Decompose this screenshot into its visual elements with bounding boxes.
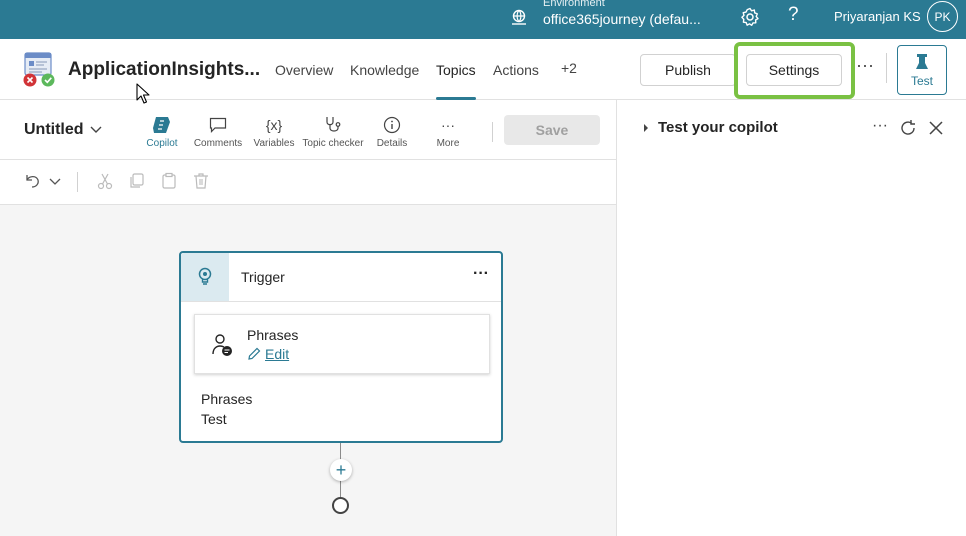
stethoscope-icon (326, 117, 341, 132)
tab-topics[interactable]: Topics (436, 39, 476, 100)
topic-toolbar: Untitled Copilot Comments {x} Variables … (0, 100, 616, 160)
edit-link-label: Edit (265, 346, 290, 362)
settings-highlight (734, 42, 855, 99)
topic-name-dropdown[interactable]: Untitled (24, 121, 102, 139)
tool-more[interactable]: ··· More (413, 114, 483, 149)
copy-icon[interactable] (128, 172, 146, 190)
node-title: Trigger (241, 269, 285, 285)
node-divider (181, 301, 501, 302)
more-icon: ··· (441, 117, 455, 133)
paste-icon[interactable] (160, 172, 178, 190)
pencil-icon (248, 347, 261, 360)
test-panel-title: Test your copilot (658, 119, 778, 136)
test-panel: Test your copilot ··· (617, 100, 966, 536)
tab-actions[interactable]: Actions (493, 39, 539, 100)
tab-overflow[interactable]: +2 (561, 37, 577, 98)
save-button[interactable]: Save (504, 115, 600, 145)
chevron-down-icon (90, 126, 102, 133)
phrases-label: Phrases (201, 391, 253, 407)
trigger-icon-box (181, 253, 229, 301)
add-node-button[interactable]: + (330, 459, 352, 481)
page-title: ApplicationInsights... (68, 59, 261, 80)
comment-icon (209, 117, 227, 133)
test-button[interactable]: Test (897, 45, 947, 95)
publish-button[interactable]: Publish (640, 54, 736, 86)
edit-phrases-link[interactable]: Edit (247, 346, 289, 362)
caret-right-icon[interactable] (642, 124, 650, 132)
environment-icon[interactable] (509, 7, 529, 27)
gear-icon[interactable] (739, 6, 761, 28)
toolbar-divider (492, 122, 493, 142)
close-icon[interactable] (928, 120, 944, 136)
info-icon (383, 116, 401, 134)
test-label: Test (910, 74, 933, 88)
environment-name[interactable]: office365journey (defau... (543, 11, 701, 27)
environment-label: Environment (543, 0, 605, 9)
app-logo-icon (23, 52, 55, 87)
person-chat-icon (212, 334, 232, 356)
trigger-node[interactable]: Trigger ··· Phrases Edit Phrases Test (179, 251, 503, 443)
cut-icon[interactable] (96, 172, 114, 190)
more-icon[interactable]: ··· (473, 265, 489, 283)
lightbulb-icon (198, 267, 212, 285)
top-bar: Environment office365journey (defau... ?… (0, 0, 966, 39)
phrases-card[interactable]: Phrases Edit (194, 314, 490, 374)
avatar[interactable]: PK (927, 1, 958, 32)
help-icon[interactable]: ? (788, 4, 799, 26)
more-icon[interactable]: ··· (856, 55, 874, 76)
more-icon[interactable]: ··· (872, 117, 888, 135)
tab-overview[interactable]: Overview (275, 39, 333, 100)
mouse-cursor-icon (136, 83, 150, 104)
edit-toolbar (0, 160, 616, 205)
authoring-canvas[interactable]: Trigger ··· Phrases Edit Phrases Test + (0, 205, 616, 536)
chevron-down-icon[interactable] (46, 172, 64, 190)
refresh-icon[interactable] (899, 119, 917, 137)
tool-label: More (436, 138, 460, 149)
undo-icon[interactable] (23, 172, 41, 190)
topic-name: Untitled (24, 121, 84, 138)
flask-icon (916, 54, 928, 69)
copilot-icon (153, 117, 170, 133)
tab-knowledge[interactable]: Knowledge (350, 39, 419, 100)
end-node (332, 497, 349, 514)
edit-toolbar-divider (77, 172, 78, 192)
phrases-value: Test (201, 411, 227, 427)
delete-icon[interactable] (192, 172, 210, 190)
phrases-card-title: Phrases (247, 327, 299, 343)
header-divider (886, 53, 887, 83)
user-name: Priyaranjan KS (834, 9, 921, 24)
